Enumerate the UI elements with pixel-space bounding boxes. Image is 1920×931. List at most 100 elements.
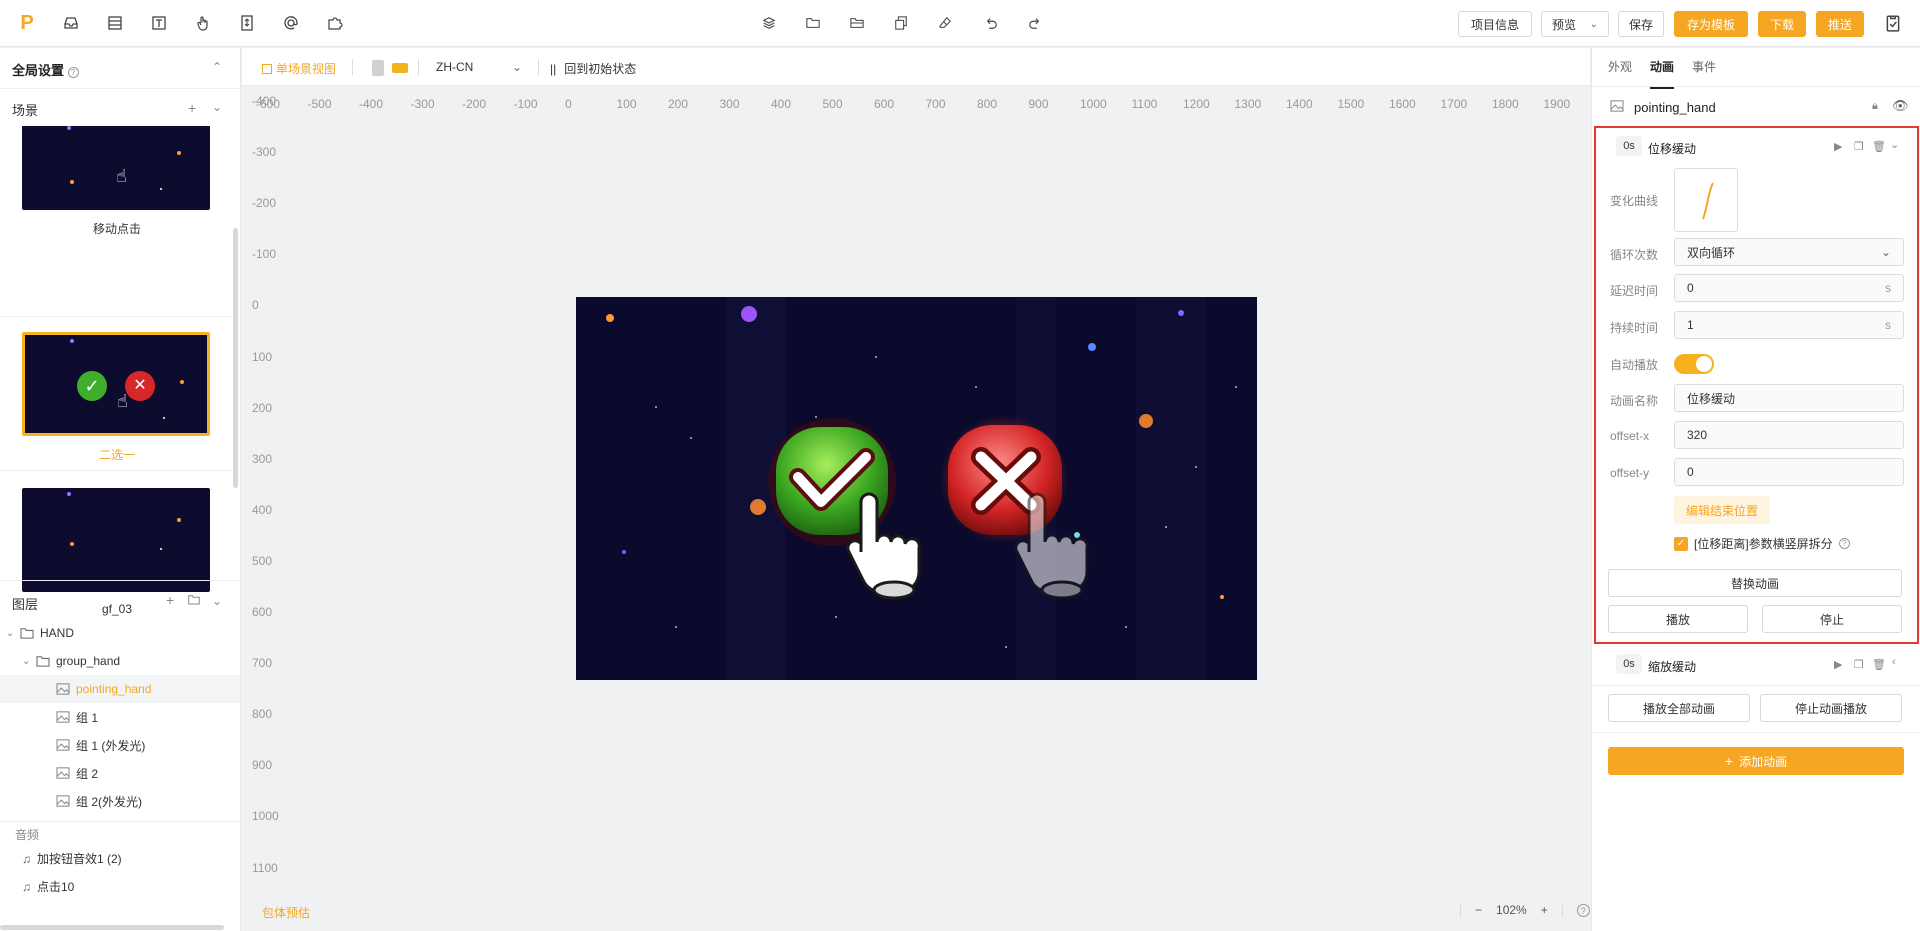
push-button[interactable]: 推送 bbox=[1816, 11, 1864, 37]
unit-label: s bbox=[1885, 318, 1891, 332]
chevron-left-icon[interactable]: ‹ bbox=[1892, 656, 1896, 668]
anim-title[interactable]: 缩放缓动 bbox=[1648, 658, 1696, 675]
autoplay-toggle[interactable] bbox=[1674, 354, 1714, 374]
undo-icon[interactable] bbox=[980, 12, 1002, 34]
scene-stage[interactable] bbox=[576, 297, 1257, 680]
loop-select[interactable]: 双向循环 ⌄ bbox=[1674, 238, 1904, 266]
accent-color-swatch[interactable] bbox=[392, 63, 408, 73]
layer-row-group1-glow[interactable]: 组 1 (外发光) bbox=[0, 731, 240, 759]
delete-icon[interactable]: 🗑︎ bbox=[1872, 140, 1886, 153]
clipboard-check-icon[interactable] bbox=[1882, 12, 1904, 34]
add-scene-icon[interactable]: + bbox=[188, 100, 196, 116]
redo-icon[interactable] bbox=[1024, 12, 1046, 34]
project-info-button[interactable]: 项目信息 bbox=[1458, 11, 1532, 37]
edit-end-position-button[interactable]: 编辑结束位置 bbox=[1674, 496, 1770, 524]
anim-name-label: 动画名称 bbox=[1610, 394, 1659, 408]
easing-curve-preview[interactable] bbox=[1674, 168, 1738, 232]
audio-item[interactable]: ♫ 加按钮音效1 (2) bbox=[22, 850, 122, 867]
help-icon[interactable]: ? bbox=[1576, 903, 1590, 917]
chevron-down-icon[interactable]: ⌄ bbox=[212, 594, 222, 608]
scene-card-choose-one[interactable]: ✓ ✕ ☝ 二选一 bbox=[22, 332, 212, 463]
scene-scrollbar[interactable] bbox=[233, 228, 238, 488]
folder-icon[interactable] bbox=[188, 594, 200, 608]
divider bbox=[0, 821, 240, 822]
layer-row-group2-glow[interactable]: 组 2(外发光) bbox=[0, 787, 240, 815]
play-circle-icon[interactable]: ▶ bbox=[1834, 140, 1842, 153]
reset-state-button[interactable]: || 回到初始状态 bbox=[550, 60, 636, 77]
ruler-tick-label: 100 bbox=[616, 97, 637, 111]
download-label: 下载 bbox=[1769, 17, 1794, 32]
text-icon[interactable] bbox=[148, 12, 170, 34]
folder-open-icon[interactable] bbox=[846, 12, 868, 34]
copy-icon[interactable]: ❐ bbox=[1854, 140, 1864, 153]
layer-row-group-hand[interactable]: ⌄ group_hand bbox=[0, 647, 240, 675]
save-button[interactable]: 保存 bbox=[1618, 11, 1664, 37]
split-checkbox-row[interactable]: ✓ [位移距离]参数横竖屏拆分 ? bbox=[1674, 535, 1850, 552]
layer-row-pointing-hand[interactable]: pointing_hand bbox=[0, 675, 240, 703]
save-template-button[interactable]: 存为模板 bbox=[1674, 11, 1748, 37]
package-estimate-link[interactable]: 包体预估 bbox=[262, 904, 310, 921]
audio-item[interactable]: ♫ 点击10 bbox=[22, 878, 74, 895]
horizontal-scrollbar[interactable] bbox=[0, 925, 224, 930]
offset-x-input[interactable]: 320 bbox=[1674, 421, 1904, 449]
ruler-tick-label: 500 bbox=[252, 553, 273, 568]
anim-time-badge: 0s bbox=[1616, 654, 1642, 674]
zoom-in-icon[interactable]: + bbox=[1541, 903, 1548, 917]
inbox-icon[interactable] bbox=[60, 12, 82, 34]
layer-row-group1[interactable]: 组 1 bbox=[0, 703, 240, 731]
anim-name-input[interactable]: 位移缓动 bbox=[1674, 384, 1904, 412]
canvas-toolbar: 单场景视图 ZH-CN ⌄ || 回到初始状态 bbox=[242, 48, 1590, 86]
replace-animation-button[interactable]: 替换动画 bbox=[1608, 569, 1902, 597]
stop-all-button[interactable]: 停止动画播放 bbox=[1760, 694, 1902, 722]
layer-row-hand[interactable]: ⌄ HAND bbox=[0, 619, 240, 647]
tab-events[interactable]: 事件 bbox=[1692, 58, 1716, 89]
delete-icon[interactable]: 🗑︎ bbox=[1872, 658, 1886, 671]
offset-y-input[interactable]: 0 bbox=[1674, 458, 1904, 486]
hand-icon[interactable] bbox=[192, 12, 214, 34]
divider bbox=[1592, 732, 1920, 733]
duration-input[interactable]: 1s bbox=[1674, 311, 1904, 339]
ruler-tick-label: -300 bbox=[410, 97, 435, 111]
bg-color-swatch[interactable] bbox=[372, 60, 384, 76]
replace-label: 替换动画 bbox=[1730, 576, 1779, 591]
tab-animation[interactable]: 动画 bbox=[1650, 58, 1675, 89]
anim-time-badge: 0s bbox=[1616, 136, 1642, 156]
view-mode-toggle[interactable]: 单场景视图 bbox=[262, 60, 336, 77]
ruler-tick-label: 0 bbox=[565, 97, 572, 111]
copy-icon[interactable] bbox=[890, 12, 912, 34]
play-circle-icon[interactable]: ▶ bbox=[1834, 658, 1842, 671]
eraser-icon[interactable] bbox=[934, 12, 956, 34]
sort-icon[interactable] bbox=[236, 12, 258, 34]
layers-icon[interactable] bbox=[758, 12, 780, 34]
play-button[interactable]: 播放 bbox=[1608, 605, 1748, 633]
ruler-tick-label: 1800 bbox=[1492, 97, 1519, 111]
at-icon[interactable] bbox=[280, 12, 302, 34]
eye-icon[interactable]: 👁︎ bbox=[1892, 98, 1909, 114]
scene-card-move-click[interactable]: ☝ 移动点击 bbox=[22, 126, 212, 237]
list-icon[interactable] bbox=[104, 12, 126, 34]
checkbox-checked[interactable]: ✓ bbox=[1674, 536, 1688, 551]
add-animation-button[interactable]: + 添加动画 bbox=[1608, 747, 1904, 775]
copy-icon[interactable]: ❐ bbox=[1854, 658, 1864, 671]
chevron-down-icon[interactable]: ⌄ bbox=[1890, 138, 1899, 151]
add-layer-icon[interactable]: + bbox=[166, 592, 174, 608]
puzzle-icon[interactable] bbox=[324, 12, 346, 34]
ruler-tick-label: -400 bbox=[252, 94, 277, 108]
tab-appearance[interactable]: 外观 bbox=[1608, 58, 1632, 89]
preview-dropdown[interactable]: 预览 ⌄ bbox=[1541, 11, 1609, 37]
zoom-out-icon[interactable]: − bbox=[1475, 903, 1482, 917]
scene-card-gf03[interactable]: gf_03 bbox=[22, 488, 212, 616]
collapse-icon[interactable]: ⌃ bbox=[212, 60, 222, 74]
delay-input[interactable]: 0s bbox=[1674, 274, 1904, 302]
lock-icon[interactable]: 🔒︎ bbox=[1872, 100, 1878, 113]
global-settings-title[interactable]: 全局设置 ? bbox=[12, 60, 79, 79]
cross-icon: ✕ bbox=[125, 371, 155, 401]
play-all-button[interactable]: 播放全部动画 bbox=[1608, 694, 1750, 722]
ruler-tick-label: 1000 bbox=[252, 809, 279, 824]
layer-row-group2[interactable]: 组 2 bbox=[0, 759, 240, 787]
folder-icon[interactable] bbox=[802, 12, 824, 34]
chevron-down-icon[interactable]: ⌄ bbox=[212, 100, 222, 114]
language-select[interactable]: ZH-CN ⌄ bbox=[436, 60, 522, 74]
download-button[interactable]: 下载 bbox=[1758, 11, 1806, 37]
stop-button[interactable]: 停止 bbox=[1762, 605, 1902, 633]
